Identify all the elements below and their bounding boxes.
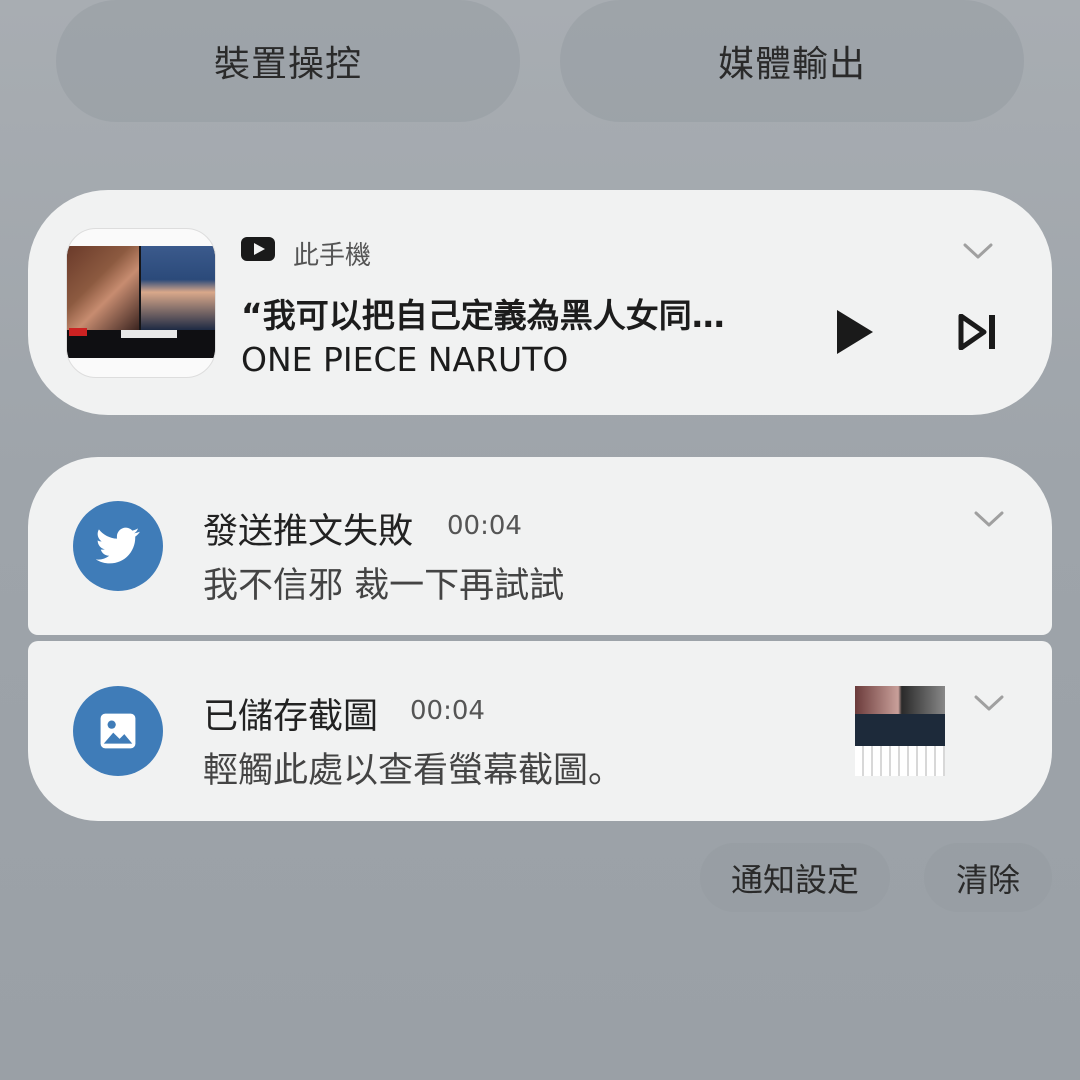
youtube-icon — [241, 237, 275, 261]
play-icon[interactable] — [833, 308, 877, 356]
notification-screenshot[interactable]: 已儲存截圖 00:04 輕觸此處以查看螢幕截圖。 — [28, 641, 1052, 821]
notification-body: 輕觸此處以查看螢幕截圖。 — [203, 751, 624, 791]
notification-time: 00:04 — [447, 511, 522, 541]
device-control-button[interactable]: 裝置操控 — [56, 0, 520, 122]
twitter-bird-icon — [96, 527, 140, 564]
media-source-label: 此手機 — [293, 241, 372, 271]
chevron-down-icon[interactable] — [963, 242, 993, 260]
notification-body: 我不信邪 裁一下再試試 — [203, 566, 565, 606]
skip-next-icon[interactable] — [958, 314, 998, 350]
gallery-app-icon — [73, 686, 163, 776]
media-title: “我可以把自己定義為黑人女同… — [241, 296, 725, 335]
twitter-app-icon — [73, 501, 163, 591]
notification-settings-label: 通知設定 — [730, 860, 859, 899]
device-control-label: 裝置操控 — [213, 44, 362, 85]
gallery-image-icon — [100, 713, 136, 749]
media-output-button[interactable]: 媒體輸出 — [560, 0, 1024, 122]
notification-time: 00:04 — [410, 696, 485, 726]
media-player-card[interactable]: 此手機 “我可以把自己定義為黑人女同… ONE PIECE NARUTO — [28, 190, 1052, 415]
clear-label: 清除 — [955, 860, 1020, 899]
screenshot-thumbnail[interactable] — [855, 686, 945, 776]
chevron-down-icon[interactable] — [974, 694, 1004, 712]
video-thumbnail — [66, 228, 216, 378]
chevron-down-icon[interactable] — [974, 510, 1004, 528]
media-artist: ONE PIECE NARUTO — [241, 340, 569, 379]
media-output-label: 媒體輸出 — [717, 44, 866, 85]
notification-title: 已儲存截圖 — [203, 697, 379, 737]
notification-twitter[interactable]: 發送推文失敗 00:04 我不信邪 裁一下再試試 — [28, 457, 1052, 635]
clear-notifications-button[interactable]: 清除 — [924, 843, 1052, 912]
notification-settings-button[interactable]: 通知設定 — [700, 843, 890, 912]
notification-title: 發送推文失敗 — [203, 512, 414, 552]
